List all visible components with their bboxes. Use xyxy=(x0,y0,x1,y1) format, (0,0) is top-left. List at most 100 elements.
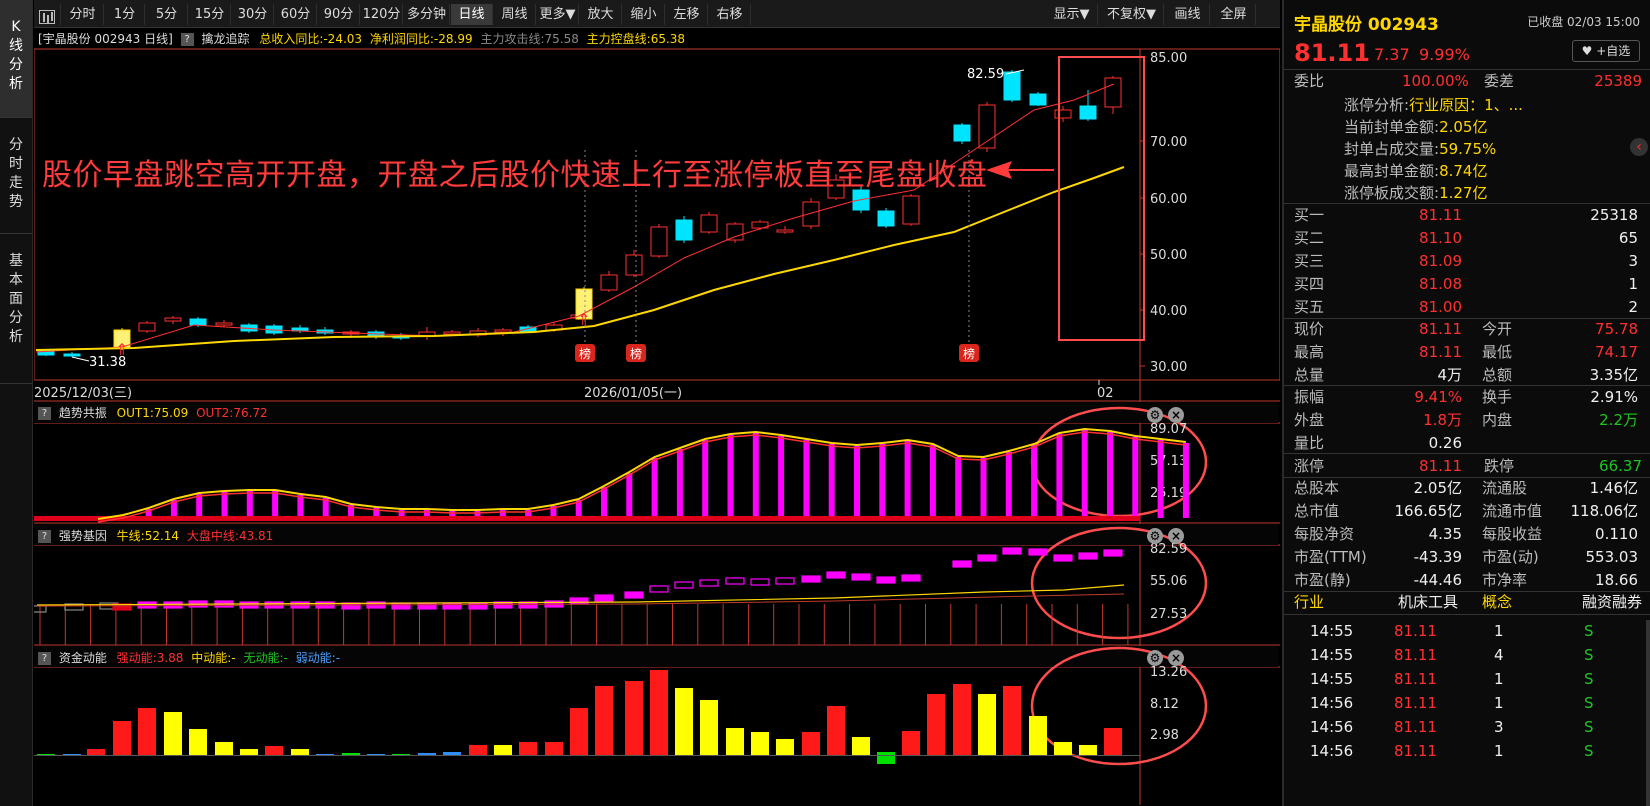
stat-label: 市盈(TTM) xyxy=(1294,548,1367,566)
panel1-out2-line xyxy=(97,431,1186,523)
tab-kline[interactable]: K线分析 xyxy=(0,0,32,118)
panel2-gear-icon[interactable]: ⚙ xyxy=(1147,528,1163,544)
tick-volume: 1 xyxy=(1494,670,1504,688)
concept-label[interactable]: 概念 xyxy=(1482,591,1512,614)
panel3-bar xyxy=(1029,716,1047,755)
bid-volume: 65 xyxy=(1618,229,1638,247)
highlight-box xyxy=(1058,56,1145,341)
stat-value: 2.91% xyxy=(1590,388,1638,406)
stat-label: 总额 xyxy=(1482,366,1513,384)
quote-stock-name: 宇晶股份 002943 xyxy=(1294,15,1439,35)
tick-row: 14:56 81.11 1 S xyxy=(1284,692,1650,715)
stat-row: 总股本 2.05亿 流通股 1.46亿 xyxy=(1284,477,1650,500)
industry-value[interactable]: 机床工具 xyxy=(1398,591,1458,614)
panel2-bar xyxy=(1078,552,1098,560)
bid-price: 81.00 xyxy=(1419,298,1462,316)
price-frame xyxy=(34,48,1280,381)
panel1-bar xyxy=(879,444,886,518)
panel3-bar xyxy=(700,700,718,755)
candle-body xyxy=(1003,71,1021,101)
max-seal: 8.74亿 xyxy=(1439,162,1488,180)
stat-row: 量比 0.26 xyxy=(1284,432,1650,455)
panel1-bar xyxy=(676,449,683,518)
panel1-bar xyxy=(601,487,607,518)
candle-body xyxy=(600,274,618,291)
panel1-close-icon[interactable]: × xyxy=(1168,407,1184,423)
candle-body xyxy=(138,322,156,332)
tick-price: 81.11 xyxy=(1394,646,1437,664)
panel2-close-icon[interactable]: × xyxy=(1168,528,1184,544)
wecha-value: 25389 xyxy=(1594,72,1642,90)
panel3-close-icon[interactable]: × xyxy=(1168,650,1184,666)
candle-body xyxy=(1079,105,1097,120)
panel1-bar xyxy=(1081,430,1088,518)
trend-resonance-panel[interactable]: 89.07 57.13 25.19 xyxy=(34,422,1189,523)
margin-label[interactable]: 融资融券 xyxy=(1582,591,1642,614)
candle-body xyxy=(63,353,81,357)
bid-volume: 2 xyxy=(1628,298,1638,316)
panel1-bar xyxy=(1132,437,1139,518)
stat-value: 4.35 xyxy=(1428,525,1462,543)
tick-scrollbar[interactable] xyxy=(1646,620,1650,806)
panel3-bar xyxy=(37,754,55,755)
bid-label: 买三 xyxy=(1294,252,1325,270)
quote-panel: 宇晶股份 002943 已收盘 02/03 15:00 81.11 7.37 9… xyxy=(1282,0,1650,806)
help-icon[interactable]: ? xyxy=(38,652,51,665)
stat-value: 1.8万 xyxy=(1423,411,1462,429)
panel1-bar xyxy=(955,457,962,518)
bang-label: 榜 xyxy=(630,346,642,361)
stat-row: 外盘 1.8万 内盘 2.2万 xyxy=(1284,409,1650,432)
seal-amount: 2.05亿 xyxy=(1439,118,1488,136)
tab-fundamentals[interactable]: 基本面分析 xyxy=(0,234,32,384)
stat-label: 市盈(动) xyxy=(1482,548,1539,566)
bang-label: 榜 xyxy=(579,346,591,361)
strong-gene-panel[interactable]: 82.59 55.06 27.53 xyxy=(34,542,1187,645)
help-icon[interactable]: ? xyxy=(38,407,51,420)
stat-row: 市盈(TTM) -43.39 市盈(动) 553.03 xyxy=(1284,546,1650,569)
side-tabs: K线分析 分时走势 基本面分析 xyxy=(0,0,33,806)
panel3-bar xyxy=(494,745,512,755)
panel3-bar xyxy=(570,708,588,755)
collapse-arrow-icon[interactable]: ‹ xyxy=(1630,138,1648,156)
panel3-bar xyxy=(545,742,563,755)
panel3-gear-icon[interactable]: ⚙ xyxy=(1147,650,1163,666)
tick-time: 14:56 xyxy=(1310,742,1354,760)
panel1-bar xyxy=(752,433,759,518)
tick-volume: 4 xyxy=(1494,646,1504,664)
panel1-bar xyxy=(828,444,835,518)
price-axis-label: 30.00 xyxy=(1150,360,1187,375)
tab-intraday[interactable]: 分时走势 xyxy=(0,118,32,234)
stat-value: 81.11 xyxy=(1419,343,1462,361)
panel1-bar xyxy=(221,492,228,518)
stat-label: 总股本 xyxy=(1294,479,1340,497)
limit-up-label: 涨停 xyxy=(1294,457,1325,475)
panel1-name: 趋势共振 xyxy=(58,406,107,420)
tick-volume: 1 xyxy=(1494,694,1504,712)
add-favorite-button[interactable]: ♥ +自选 xyxy=(1572,40,1640,62)
panel3-bar xyxy=(650,670,668,755)
tick-price: 81.11 xyxy=(1394,742,1437,760)
wecha-label: 委差 xyxy=(1484,72,1515,90)
panel1-gear-icon[interactable]: ⚙ xyxy=(1147,407,1163,423)
bid-label: 买四 xyxy=(1294,275,1325,293)
tick-side: S xyxy=(1584,646,1594,664)
candle-body xyxy=(625,254,643,276)
stat-value: 166.65亿 xyxy=(1394,502,1463,520)
money-momentum-panel[interactable]: 13.26 8.12 2.98 xyxy=(34,665,1187,764)
panel2-bar xyxy=(1028,548,1048,556)
panel1-bar xyxy=(196,494,203,518)
panel2-axis-label: 55.06 xyxy=(1150,574,1187,589)
stat-value: 0.26 xyxy=(1428,434,1462,452)
panel3-bar xyxy=(675,688,693,755)
panel3-bar xyxy=(469,745,487,755)
tick-volume: 1 xyxy=(1494,622,1504,640)
panel3-bar xyxy=(978,694,996,755)
limit-reason[interactable]: 行业原因：1、... xyxy=(1409,96,1523,114)
help-icon[interactable]: ? xyxy=(38,530,51,543)
panel2-bar xyxy=(876,576,896,584)
stat-label: 流通股 xyxy=(1482,479,1528,497)
panel3-bar xyxy=(595,686,613,755)
tick-price: 81.11 xyxy=(1394,718,1437,736)
panel3-bar xyxy=(265,746,283,755)
bid-volume: 1 xyxy=(1628,275,1638,293)
